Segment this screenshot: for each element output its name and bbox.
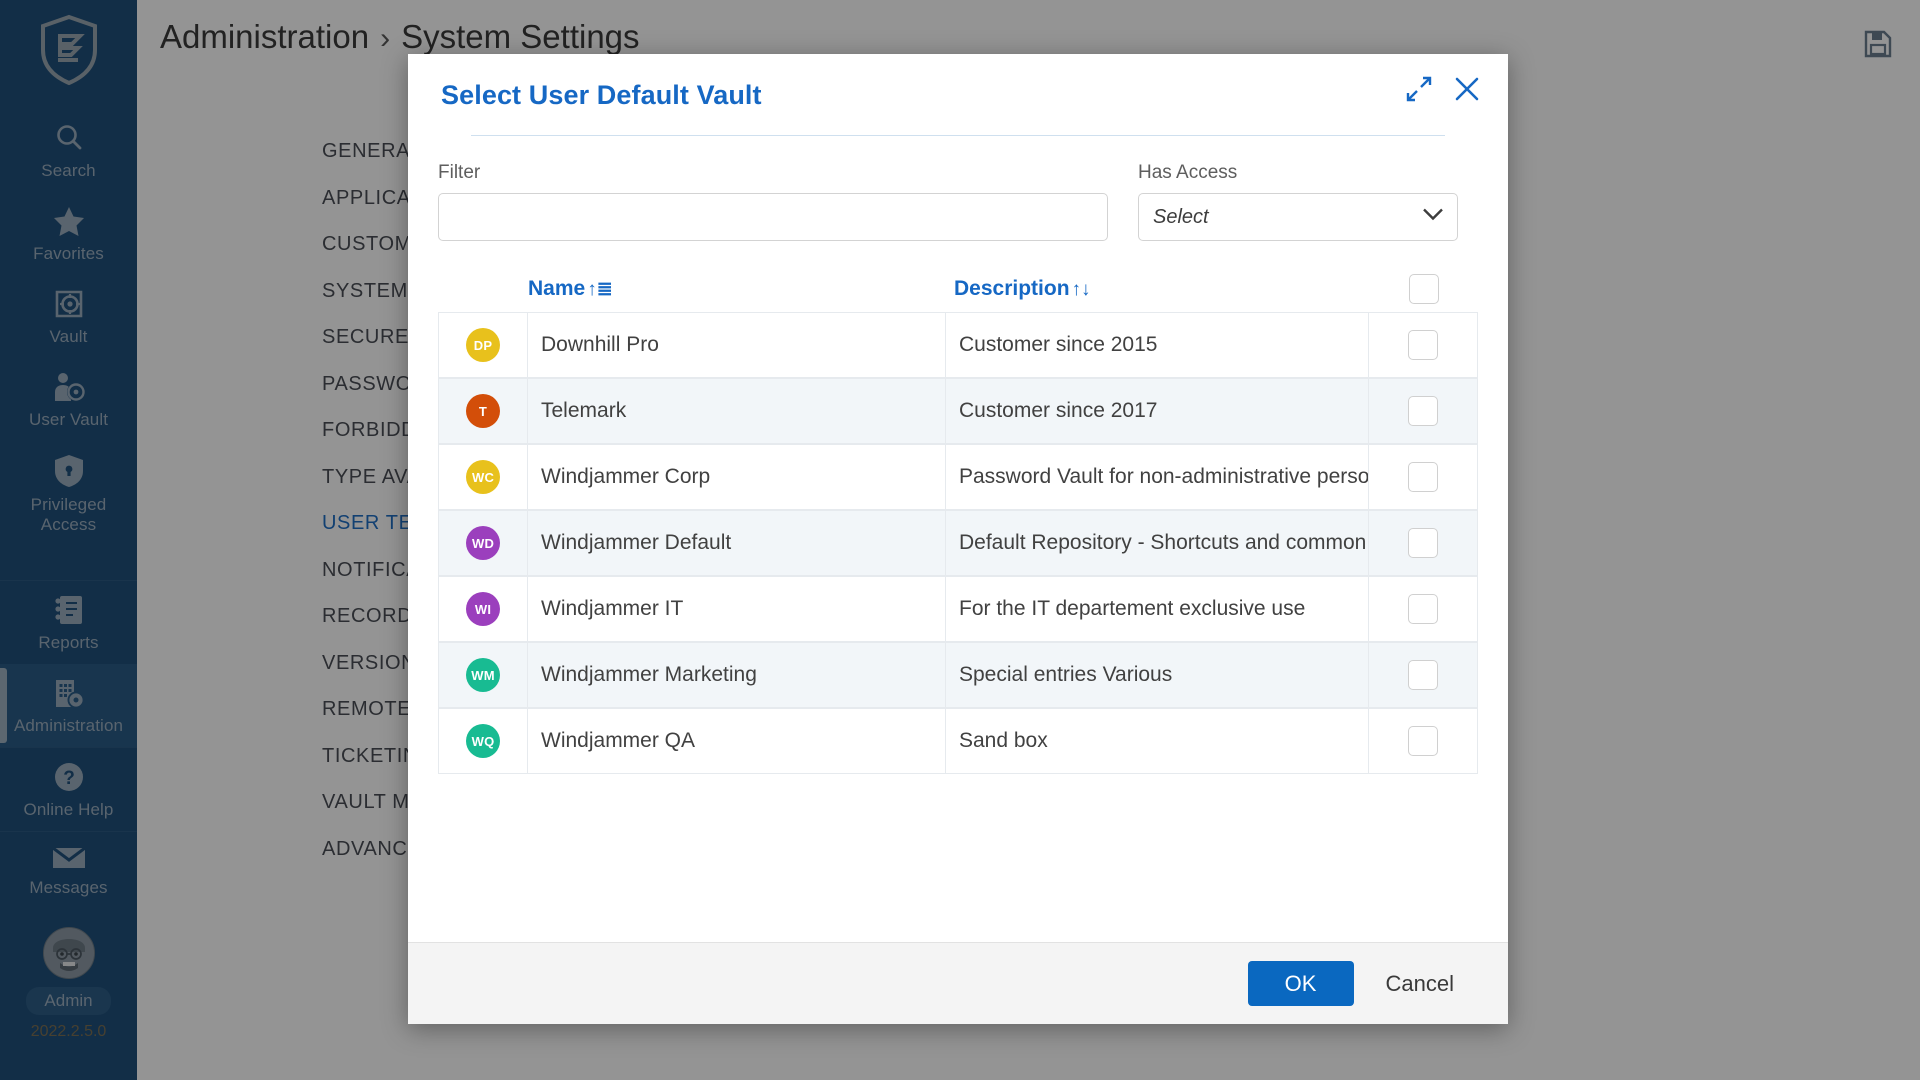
row-description-cell: Password Vault for non-administrative pe… — [946, 445, 1369, 509]
table-row[interactable]: T Telemark Customer since 2017 — [438, 378, 1478, 444]
row-name-cell: Windjammer QA — [528, 709, 946, 773]
row-checkbox[interactable] — [1408, 726, 1438, 756]
row-description-cell: Special entries Various — [946, 643, 1369, 707]
row-select-cell — [1369, 643, 1478, 707]
table-row[interactable]: WI Windjammer IT For the IT departement … — [438, 576, 1478, 642]
vault-initials-badge: T — [466, 394, 500, 428]
row-name-cell: Windjammer Marketing — [528, 643, 946, 707]
has-access-field-group: Has Access Select — [1138, 162, 1458, 241]
vault-initials-badge: WQ — [466, 724, 500, 758]
row-select-cell — [1369, 577, 1478, 641]
has-access-select[interactable]: Select — [1138, 193, 1458, 241]
row-select-cell — [1369, 709, 1478, 773]
dialog-header-divider — [471, 135, 1445, 136]
filter-label: Filter — [438, 162, 1108, 184]
ok-button[interactable]: OK — [1248, 961, 1354, 1006]
row-description-cell: Default Repository - Shortcuts and commo… — [946, 511, 1369, 575]
row-description-cell: Customer since 2015 — [946, 313, 1369, 377]
row-avatar-cell: WQ — [438, 709, 528, 773]
has-access-selected-value: Select — [1153, 206, 1209, 229]
row-description-cell: Customer since 2017 — [946, 379, 1369, 443]
table-row[interactable]: DP Downhill Pro Customer since 2015 — [438, 312, 1478, 378]
vault-initials-badge: WI — [466, 592, 500, 626]
sort-ascending-icon[interactable]: ↑≣ — [587, 280, 612, 299]
filter-row: Filter Has Access Select — [438, 162, 1478, 241]
vault-initials-badge: WD — [466, 526, 500, 560]
row-select-cell — [1369, 511, 1478, 575]
dialog-body: Filter Has Access Select — [408, 136, 1508, 942]
app-root: Search Favorites — [0, 0, 1920, 1080]
table-header-row: Name ↑≣ Description ↑↓ — [438, 266, 1478, 312]
vault-initials-badge: WC — [466, 460, 500, 494]
table-row[interactable]: WM Windjammer Marketing Special entries … — [438, 642, 1478, 708]
vault-initials-badge: WM — [466, 658, 500, 692]
table-row[interactable]: WD Windjammer Default Default Repository… — [438, 510, 1478, 576]
has-access-label: Has Access — [1138, 162, 1458, 184]
row-checkbox[interactable] — [1408, 594, 1438, 624]
cancel-button[interactable]: Cancel — [1382, 965, 1458, 1003]
row-description-cell: Sand box — [946, 709, 1369, 773]
table-row[interactable]: WC Windjammer Corp Password Vault for no… — [438, 444, 1478, 510]
row-checkbox[interactable] — [1408, 396, 1438, 426]
table-header-name-label: Name — [528, 277, 585, 301]
expand-arrows-icon[interactable] — [1406, 76, 1432, 107]
row-select-cell — [1369, 445, 1478, 509]
filter-field-group: Filter — [438, 162, 1108, 241]
row-select-cell — [1369, 313, 1478, 377]
close-x-icon[interactable] — [1454, 76, 1480, 107]
table-header-select — [1369, 274, 1478, 304]
dialog-header-actions — [1406, 76, 1480, 107]
table-header-description-label: Description — [954, 277, 1070, 301]
table-header-description[interactable]: Description ↑↓ — [946, 277, 1369, 301]
select-all-checkbox[interactable] — [1409, 274, 1439, 304]
table-header-name[interactable]: Name ↑≣ — [528, 277, 946, 301]
dialog-footer: OK Cancel — [408, 942, 1508, 1024]
row-avatar-cell: WM — [438, 643, 528, 707]
row-checkbox[interactable] — [1408, 330, 1438, 360]
row-avatar-cell: WC — [438, 445, 528, 509]
row-avatar-cell: T — [438, 379, 528, 443]
sort-toggle-icon[interactable]: ↑↓ — [1072, 280, 1091, 299]
vault-initials-badge: DP — [466, 328, 500, 362]
row-avatar-cell: WD — [438, 511, 528, 575]
dialog-header: Select User Default Vault — [408, 54, 1508, 136]
dialog-title: Select User Default Vault — [441, 80, 1475, 111]
table-row[interactable]: WQ Windjammer QA Sand box — [438, 708, 1478, 774]
row-description-cell: For the IT departement exclusive use — [946, 577, 1369, 641]
row-checkbox[interactable] — [1408, 528, 1438, 558]
select-user-default-vault-dialog: Select User Default Vault — [408, 54, 1508, 1024]
row-name-cell: Telemark — [528, 379, 946, 443]
row-name-cell: Downhill Pro — [528, 313, 946, 377]
row-name-cell: Windjammer IT — [528, 577, 946, 641]
row-name-cell: Windjammer Default — [528, 511, 946, 575]
row-avatar-cell: DP — [438, 313, 528, 377]
row-name-cell: Windjammer Corp — [528, 445, 946, 509]
row-avatar-cell: WI — [438, 577, 528, 641]
vault-table: Name ↑≣ Description ↑↓ DP — [438, 266, 1478, 774]
row-checkbox[interactable] — [1408, 462, 1438, 492]
filter-input[interactable] — [438, 193, 1108, 241]
has-access-select-wrap: Select — [1138, 193, 1458, 241]
row-select-cell — [1369, 379, 1478, 443]
row-checkbox[interactable] — [1408, 660, 1438, 690]
